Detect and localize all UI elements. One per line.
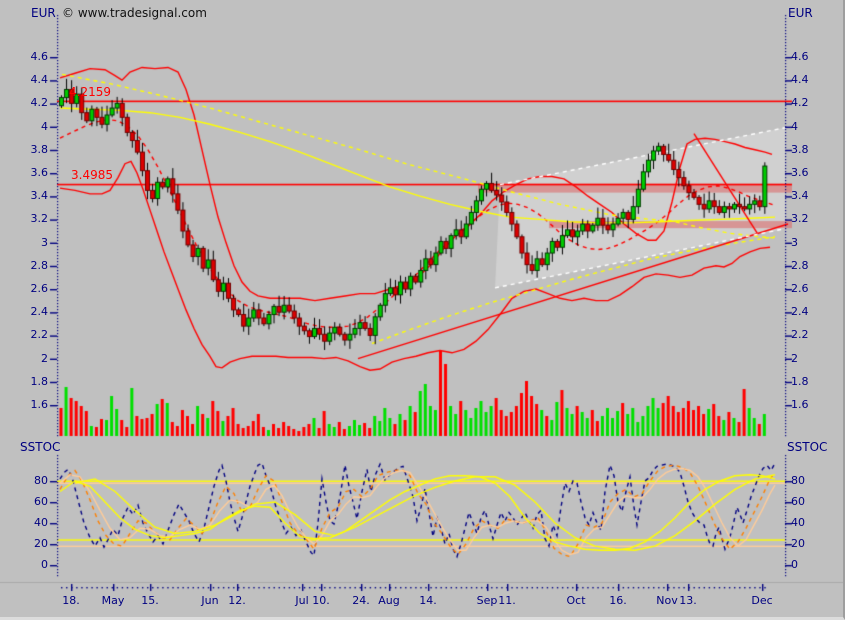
price-axis-label-left: 4.2 <box>0 96 48 109</box>
price-axis-label-left: 4.4 <box>0 73 48 86</box>
price-axis-label-right: 3.4 <box>791 189 809 202</box>
stochastic-label-left: SSTOC <box>20 440 60 454</box>
price-axis-label-left: 4 <box>0 120 48 133</box>
price-axis-label-left: 1.8 <box>0 375 48 388</box>
price-axis-label-left: 2.6 <box>0 282 48 295</box>
stoch-axis-label-right: 20 <box>791 537 805 550</box>
price-axis-label-right: 2.2 <box>791 328 809 341</box>
stoch-axis-label-left: 20 <box>0 537 48 550</box>
price-axis-label-left: 3 <box>0 236 48 249</box>
price-axis-label-left: 3.6 <box>0 166 48 179</box>
price-axis-label-left: 2.2 <box>0 328 48 341</box>
price-axis-label-right: 4 <box>791 120 798 133</box>
price-axis-label-left: 1.6 <box>0 398 48 411</box>
price-axis-label-left: 3.8 <box>0 143 48 156</box>
stoch-axis-label-left: 40 <box>0 516 48 529</box>
stoch-axis-label-right: 0 <box>791 558 798 571</box>
price-axis-label-right: 3.6 <box>791 166 809 179</box>
price-axis-label-right: 4.2 <box>791 96 809 109</box>
price-axis-label-left: 2.4 <box>0 305 48 318</box>
date-axis-label: 16. <box>603 594 633 607</box>
price-axis-label-right: 1.8 <box>791 375 809 388</box>
price-axis-label-left: 4.6 <box>0 50 48 63</box>
stoch-axis-label-right: 40 <box>791 516 805 529</box>
price-axis-label-right: 3.8 <box>791 143 809 156</box>
date-axis-label: 11. <box>492 594 522 607</box>
price-axis-label-right: 4.6 <box>791 50 809 63</box>
currency-label-right: EUR <box>788 6 813 20</box>
price-axis-label-left: 3.2 <box>0 212 48 225</box>
stochastic-label-right: SSTOC <box>787 440 827 454</box>
date-axis-label: Oct <box>561 594 591 607</box>
price-annotation-4-2159: 4.2159 <box>69 86 111 99</box>
stoch-axis-label-right: 60 <box>791 495 805 508</box>
date-axis-label: 12. <box>222 594 252 607</box>
date-axis-label: 18. <box>56 594 86 607</box>
stoch-axis-label-left: 60 <box>0 495 48 508</box>
date-axis-label: 14. <box>413 594 443 607</box>
date-axis-label: 13. <box>673 594 703 607</box>
date-axis-label: Dec <box>747 594 777 607</box>
price-axis-label-right: 2.6 <box>791 282 809 295</box>
price-axis-label-left: 2 <box>0 352 48 365</box>
date-axis-label: Jun <box>195 594 225 607</box>
price-axis-label-right: 1.6 <box>791 398 809 411</box>
copyright-text: © www.tradesignal.com <box>62 6 207 20</box>
price-axis-label-right: 3 <box>791 236 798 249</box>
currency-label-left: EUR <box>31 6 56 20</box>
price-annotation-3-4985: 3.4985 <box>71 169 113 182</box>
price-axis-label-right: 3.2 <box>791 212 809 225</box>
date-axis-label: 15. <box>135 594 165 607</box>
date-axis-label: Aug <box>374 594 404 607</box>
price-axis-label-right: 4.4 <box>791 73 809 86</box>
date-axis-label: May <box>98 594 128 607</box>
price-chart-canvas[interactable] <box>0 0 845 620</box>
price-axis-label-right: 2.8 <box>791 259 809 272</box>
price-axis-label-right: 2.4 <box>791 305 809 318</box>
price-axis-label-right: 2 <box>791 352 798 365</box>
stoch-axis-label-left: 0 <box>0 558 48 571</box>
date-axis-label: 24. <box>346 594 376 607</box>
price-axis-label-left: 2.8 <box>0 259 48 272</box>
chart-window: EUR © www.tradesignal.com EUR 4.2159 3.4… <box>0 0 845 620</box>
stoch-axis-label-left: 80 <box>0 474 48 487</box>
price-axis-label-left: 3.4 <box>0 189 48 202</box>
date-axis-label: 10. <box>306 594 336 607</box>
stoch-axis-label-right: 80 <box>791 474 805 487</box>
